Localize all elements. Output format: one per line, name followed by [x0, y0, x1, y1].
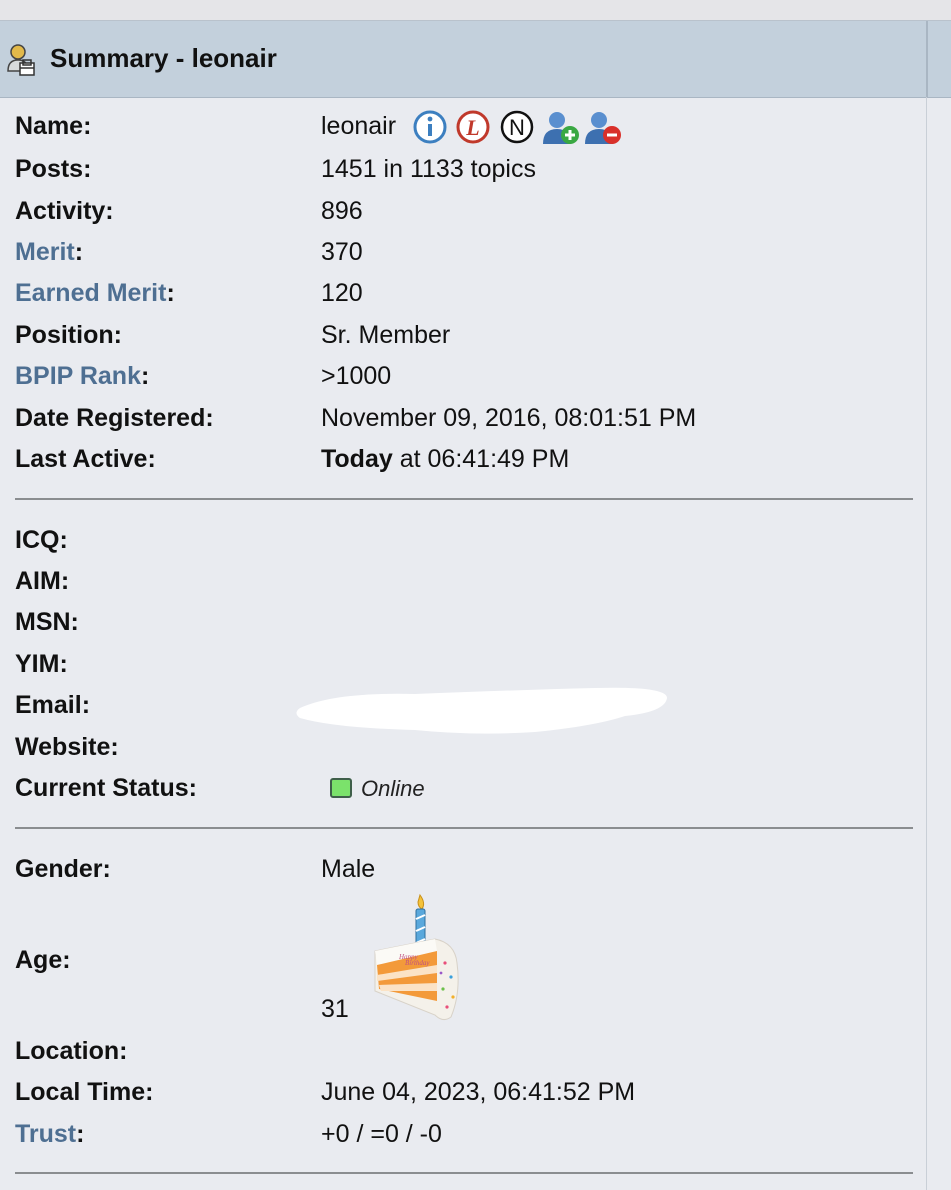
page-title: Summary - leonair — [50, 43, 277, 73]
last-active-today: Today — [321, 445, 393, 473]
icq-label: ICQ: — [15, 526, 68, 554]
section-divider — [15, 498, 913, 500]
section-divider — [15, 1172, 913, 1174]
location-label: Location: — [15, 1037, 128, 1065]
last-active-label: Last Active: — [15, 445, 156, 473]
date-registered-label: Date Registered: — [15, 404, 214, 432]
name-value: leonair — [321, 112, 397, 140]
section-divider — [15, 827, 913, 829]
current-status-value: Online — [361, 776, 425, 801]
last-active-value: Today at 06:41:49 PM — [321, 445, 569, 474]
earned-merit-link[interactable]: Earned Merit — [15, 279, 166, 307]
trust-link[interactable]: Trust — [15, 1120, 76, 1148]
website-label: Website: — [15, 733, 119, 761]
name-label: Name: — [15, 112, 92, 140]
merit-link[interactable]: Merit — [15, 238, 75, 266]
earned-merit-label: Earned Merit: — [15, 279, 175, 307]
position-value: Sr. Member — [321, 321, 451, 349]
current-status-label: Current Status: — [15, 774, 197, 802]
info-icon[interactable] — [413, 110, 447, 144]
local-time-value: June 04, 2023, 06:41:52 PM — [321, 1078, 636, 1106]
earned-merit-value: 120 — [321, 279, 363, 307]
gender-value: Male — [321, 855, 376, 883]
last-active-time: at 06:41:49 PM — [392, 445, 570, 473]
merit-label: Merit: — [15, 238, 84, 266]
profile-summary-panel: Summary - leonair — [0, 20, 951, 1190]
posts-label: Posts: — [15, 155, 92, 183]
trust-value: +0 / =0 / -0 — [321, 1120, 442, 1148]
online-status-icon — [330, 778, 352, 798]
age-label: Age: — [15, 946, 71, 974]
redaction-mark — [296, 687, 667, 734]
header-divider — [926, 21, 928, 97]
email-label: Email: — [15, 691, 91, 719]
gender-label: Gender: — [15, 855, 111, 883]
date-registered-value: November 09, 2016, 08:01:51 PM — [321, 404, 697, 432]
trust-l-icon[interactable]: L — [456, 110, 490, 144]
aim-label: AIM: — [15, 567, 70, 595]
msn-label: MSN: — [15, 608, 79, 636]
local-time-label: Local Time: — [15, 1078, 154, 1106]
bpip-rank-value: >1000 — [321, 362, 392, 390]
merit-value: 370 — [321, 238, 363, 266]
trust-label: Trust: — [15, 1120, 85, 1148]
bpip-rank-label: BPIP Rank: — [15, 362, 150, 390]
posts-value: 1451 in 1133 topics — [321, 155, 536, 183]
user-profile-icon — [7, 44, 35, 76]
bpip-rank-link[interactable]: BPIP Rank — [15, 362, 141, 390]
yim-label: YIM: — [15, 650, 68, 678]
panel-header: Summary - leonair — [0, 21, 951, 98]
svg-text:Birthday: Birthday — [405, 959, 430, 967]
age-value: 31 — [321, 995, 349, 1023]
svg-text:L: L — [465, 115, 479, 140]
add-buddy-icon[interactable] — [543, 110, 581, 146]
position-label: Position: — [15, 321, 122, 349]
ignore-n-icon[interactable]: N — [500, 110, 534, 144]
birthday-cake-icon: Happy Birthday — [374, 893, 459, 1021]
activity-value: 896 — [321, 197, 363, 225]
activity-label: Activity: — [15, 197, 114, 225]
panel-side-line — [926, 97, 927, 1190]
svg-text:N: N — [509, 115, 525, 140]
remove-buddy-icon[interactable] — [585, 110, 623, 146]
